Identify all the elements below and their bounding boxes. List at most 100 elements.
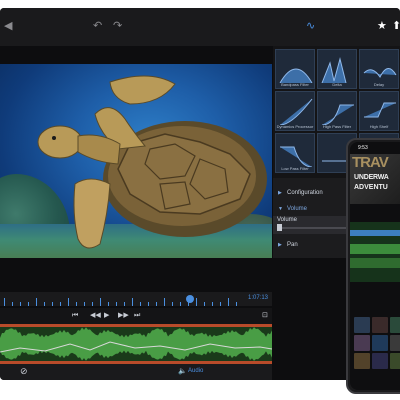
share-icon[interactable]: ⬆ [392, 20, 400, 32]
filter-curve-icon [279, 68, 313, 83]
iphone-audio-track-2 [350, 258, 400, 268]
media-thumbnail[interactable] [372, 317, 388, 333]
ruler-tick [140, 302, 141, 306]
media-thumbnail[interactable] [390, 335, 400, 351]
step-back-icon[interactable]: ◀◀ [90, 311, 101, 321]
ruler-tick [12, 302, 13, 306]
filter-label: Delay [373, 82, 385, 87]
filter-label: Low Pass Filter [281, 166, 309, 171]
media-thumbnail[interactable] [372, 335, 388, 351]
filter-curve-icon [280, 146, 313, 167]
ruler-tick [84, 302, 85, 306]
filter-curve-icon [364, 102, 396, 118]
filter-label: Bandpass Filter [281, 82, 309, 87]
ruler-tick [116, 302, 117, 306]
audio-waveform [0, 324, 272, 364]
ruler-tick [76, 302, 77, 306]
wave-icon[interactable]: ∿ [306, 20, 315, 32]
skip-start-icon[interactable]: ⏮ [72, 311, 78, 321]
timecode-readout: 1:07:13 [248, 295, 269, 301]
iphone-hero-sub: ADVENTU [354, 184, 388, 191]
iphone-screen: 9:53 TRAV UNDERWA ADVENTU [350, 142, 400, 390]
ruler-tick [36, 298, 37, 306]
ruler-tick [28, 302, 29, 306]
ruler-tick [100, 298, 101, 306]
ruler-tick [156, 302, 157, 306]
filter-label: Delta [332, 82, 342, 87]
media-thumbnail[interactable] [354, 353, 370, 369]
filter-tile[interactable]: Delta [317, 49, 357, 89]
ruler-tick [44, 302, 45, 306]
iphone-audio-track-1 [350, 244, 400, 254]
volume-slider-knob[interactable] [277, 224, 282, 231]
iphone-media-grid [354, 317, 400, 369]
ruler-tick [108, 302, 109, 306]
media-thumbnail[interactable] [390, 317, 400, 333]
filter-label: High Shelf [369, 124, 389, 129]
inspector-row-label: Pan [287, 242, 298, 248]
top-toolbar: ◀ ↶ ↷ ∿ ★ ⬆ [0, 8, 400, 46]
speaker-icon: 🔈 [178, 368, 187, 375]
ruler-tick [180, 302, 181, 306]
ruler-tick [60, 302, 61, 306]
iphone-hero-preview[interactable]: TRAV UNDERWA ADVENTU [350, 154, 400, 204]
ruler-ticks [4, 298, 237, 306]
iphone-video-track [350, 230, 400, 236]
filter-tile[interactable]: Low Pass Filter [275, 133, 315, 173]
undo-icon[interactable]: ↶ [93, 20, 102, 32]
iphone-hero-title: UNDERWA [354, 174, 389, 181]
bottom-bar: ⊘ 🔈 Audio [0, 364, 272, 380]
chevron-right-icon: ▶ [278, 190, 282, 196]
clock-icon[interactable]: ⊘ [20, 366, 28, 377]
filter-curve-icon [321, 104, 354, 125]
filter-label: Dynamics Processor [276, 124, 314, 129]
audio-label[interactable]: Audio [188, 368, 203, 374]
filter-tile[interactable]: High Pass Filter [317, 91, 357, 131]
ruler-tick [172, 302, 173, 306]
media-thumbnail[interactable] [354, 335, 370, 351]
filter-tile[interactable]: Dynamics Processor [275, 91, 315, 131]
filter-tile[interactable]: Bandpass Filter [275, 49, 315, 89]
ruler-tick [148, 302, 149, 306]
filter-tile[interactable]: Delay [359, 49, 399, 89]
filter-curve-icon [321, 57, 347, 83]
star-icon[interactable]: ★ [377, 20, 387, 32]
ruler-tick [196, 298, 197, 306]
video-preview[interactable] [0, 64, 272, 258]
play-icon[interactable]: ▶ [104, 311, 109, 321]
redo-icon[interactable]: ↷ [113, 20, 122, 32]
ruler-tick [212, 302, 213, 306]
chevron-right-icon: ▶ [278, 242, 282, 248]
filter-curve-icon [279, 98, 313, 125]
playhead-handle[interactable] [186, 295, 194, 303]
ruler-tick [204, 302, 205, 306]
media-thumbnail[interactable] [354, 317, 370, 333]
ipad-device: ◀ ↶ ↷ ∿ ★ ⬆ Bandpass Filter Delta Delay Dyn… [0, 8, 400, 380]
ruler-tick [68, 298, 69, 306]
ruler-tick [164, 298, 165, 306]
inspector-row-label: Configuration [287, 190, 323, 196]
iphone-timeline[interactable] [350, 222, 400, 282]
export-icon[interactable]: ⊡ [262, 311, 268, 321]
step-forward-icon[interactable]: ▶▶ [118, 311, 129, 321]
iphone-hero-big: TRAV [352, 154, 389, 171]
back-icon[interactable]: ◀ [4, 20, 12, 32]
ruler-tick [236, 302, 237, 306]
audio-track[interactable] [0, 324, 272, 364]
ruler-tick [124, 302, 125, 306]
iphone-device: 9:53 TRAV UNDERWA ADVENTU [346, 138, 400, 394]
ruler-tick [220, 302, 221, 306]
timeline-ruler[interactable]: 1:07:13 [0, 292, 272, 306]
ruler-tick [20, 302, 21, 306]
ruler-tick [4, 298, 5, 306]
filter-label: High Pass Filter [322, 124, 352, 129]
filter-tile[interactable]: High Shelf [359, 91, 399, 131]
skip-end-icon[interactable]: ⏭ [134, 311, 140, 321]
media-thumbnail[interactable] [372, 353, 388, 369]
sea-turtle-illustration [37, 75, 267, 249]
ruler-tick [228, 298, 229, 306]
filter-curve-icon [363, 68, 397, 78]
ruler-tick [52, 302, 53, 306]
media-thumbnail[interactable] [390, 353, 400, 369]
transport-controls: ⏮ ◀◀ ▶ ▶▶ ⏭ ⊡ [0, 308, 272, 324]
